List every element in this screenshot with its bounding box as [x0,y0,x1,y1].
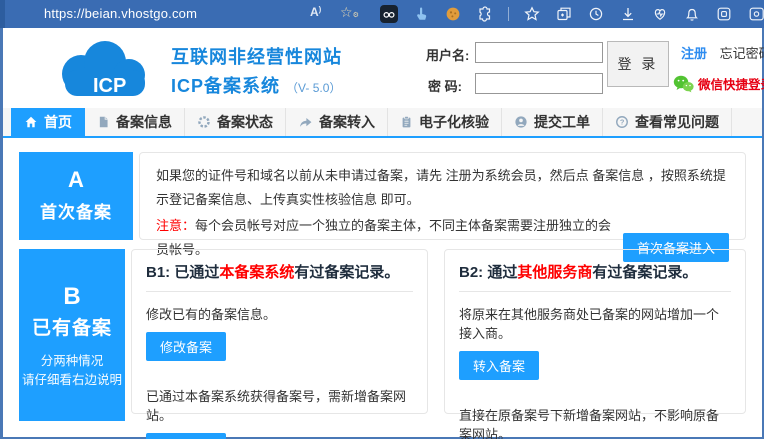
logo-text: ICP [93,75,126,97]
tab-label: 查看常见问题 [635,112,719,132]
extensions-icon[interactable] [476,5,494,23]
divider [459,291,731,292]
b2-desc1: 将原来在其他服务商处已备案的网站增加一个接入商。 [459,304,731,342]
b2-heading-pre: B2: 通过 [459,264,517,281]
main-area: A 首次备案 如果您的证件号和域名以前从未申请过备案，请先 注册为系统会员，然后… [3,138,762,421]
login-panel: 用户名: 密 码: 登 录 注册 忘记密码 [423,38,759,102]
browser-essentials-icon[interactable] [651,5,669,23]
question-icon: ? [615,115,629,129]
read-aloud-icon[interactable]: A) [310,5,321,19]
tab-filing-info[interactable]: 备案信息 [85,108,185,136]
wechat-login[interactable]: 微信快捷登录 [673,74,764,93]
b1-heading: B1: 已通过本备案系统有过备案记录。 [146,261,413,282]
window-edge [0,0,5,28]
tab-label: 备案转入 [319,112,375,132]
first-filing-card: 如果您的证件号和域名以前从未申请过备案，请先 注册为系统会员，然后点 备案信息 … [139,152,746,240]
toolbar-icons [380,5,764,23]
web-capture-icon[interactable] [715,5,733,23]
account-links: 注册 忘记密码 [681,43,764,62]
toolbar-divider [508,7,509,21]
section-first-filing: A 首次备案 如果您的证件号和域名以前从未申请过备案，请先 注册为系统会员，然后… [19,152,746,240]
first-filing-intro: 如果您的证件号和域名以前从未申请过备案，请先 注册为系统会员，然后点 备案信息 … [156,164,729,212]
home-icon [24,115,38,129]
badge-subtext-1: 分两种情况 [19,352,125,371]
address-url[interactable]: https://beian.vhostgo.com [44,6,197,21]
add-website-button-b1[interactable]: 添加网站 [146,433,226,439]
tab-home[interactable]: 首页 [11,108,85,136]
tab-label: 提交工单 [534,112,590,132]
b1-heading-post: 有过备案记录。 [294,264,399,281]
site-title-line2: ICP备案系统 [171,76,280,96]
username-input[interactable] [475,42,603,63]
site-title: 互联网非经营性网站 ICP备案系统 （V- 5.0） [171,43,342,98]
history-icon[interactable] [587,5,605,23]
browser-window: https://beian.vhostgo.com A) ☆⚙ [0,0,764,439]
password-input[interactable] [475,73,603,94]
b2-desc2: 直接在原备案号下新增备案网站，不影响原备案网站。 [459,405,731,439]
site-header: ICP 互联网非经营性网站 ICP备案系统 （V- 5.0） 用户名: 密 码: … [3,28,762,108]
cookie-manager-icon[interactable] [444,5,462,23]
b1-heading-pre: B1: 已通过 [146,264,219,281]
tab-label: 首页 [44,112,72,132]
badge-first-filing: A 首次备案 [19,152,133,240]
badge-letter: B [19,283,125,311]
badge-label: 已有备案 [19,313,125,340]
site-title-line1: 互联网非经营性网站 [171,43,342,69]
b2-heading-post: 有过备案记录。 [592,264,697,281]
nav-tabbar: 首页 备案信息 备案状态 备案转入 电子化核验 提交工单 [3,108,762,138]
clipboard-icon [400,115,413,129]
login-button[interactable]: 登 录 [607,41,669,87]
version-label: （V- 5.0） [286,81,341,95]
section-existing-filing: B 已有备案 分两种情况 请仔细看右边说明 B1: 已通过本备案系统有过备案记录… [19,249,746,421]
tab-label: 备案信息 [116,112,172,132]
touch-mode-icon[interactable] [412,5,430,23]
status-icon [197,115,211,129]
badge-letter: A [19,167,133,193]
modify-filing-button[interactable]: 修改备案 [146,332,226,361]
tab-submit-ticket[interactable]: 提交工单 [502,108,603,136]
b1-desc1: 修改已有的备案信息。 [146,304,413,323]
tab-filing-status[interactable]: 备案状态 [185,108,286,136]
tab-faq[interactable]: ? 查看常见问题 [603,108,732,136]
transfer-icon [298,115,313,129]
tab-label: 备案状态 [217,112,273,132]
copilot-icon[interactable] [747,5,764,23]
icp-cloud-logo: ICP [51,40,155,98]
wechat-login-label: 微信快捷登录 [698,74,764,93]
badge-label: 首次备案 [19,198,133,223]
immersive-reader-icon[interactable] [380,5,398,23]
collections-icon[interactable] [555,5,573,23]
badge-existing-filing: B 已有备案 分两种情况 请仔细看右边说明 [19,249,125,421]
favorites-settings-icon[interactable]: ☆⚙ [340,4,359,21]
downloads-icon[interactable] [619,5,637,23]
transfer-filing-button[interactable]: 转入备案 [459,351,539,380]
badge-subtext-2: 请仔细看右边说明 [19,371,125,390]
forgot-password-link[interactable]: 忘记密码 [720,46,764,61]
b1-heading-highlight: 本备案系统 [219,264,294,281]
b1-desc2: 已通过本备案系统获得备案号，需新增备案网站。 [146,386,413,424]
tab-everification[interactable]: 电子化核验 [388,108,502,136]
svg-text:?: ? [620,118,625,127]
username-label: 用户名: [426,45,469,64]
b2-heading: B2: 通过其他服务商有过备案记录。 [459,261,731,282]
favorites-icon[interactable] [523,5,541,23]
wechat-icon [673,75,694,93]
ticket-person-icon [514,115,528,129]
card-b1: B1: 已通过本备案系统有过备案记录。 修改已有的备案信息。 修改备案 已通过本… [131,249,428,414]
page-content: ICP 互联网非经营性网站 ICP备案系统 （V- 5.0） 用户名: 密 码: … [0,28,764,439]
divider [146,291,413,292]
b2-heading-highlight: 其他服务商 [517,264,592,281]
register-link[interactable]: 注册 [681,46,707,61]
card-b2: B2: 通过其他服务商有过备案记录。 将原来在其他服务商处已备案的网站增加一个接… [444,249,746,414]
tab-filing-transfer[interactable]: 备案转入 [286,108,388,136]
notifications-icon[interactable] [683,5,701,23]
browser-address-bar: https://beian.vhostgo.com A) ☆⚙ [0,0,764,28]
document-icon [97,115,110,129]
password-label: 密 码: [428,76,462,95]
note-label: 注意： [156,218,195,233]
tab-label: 电子化核验 [419,112,489,132]
